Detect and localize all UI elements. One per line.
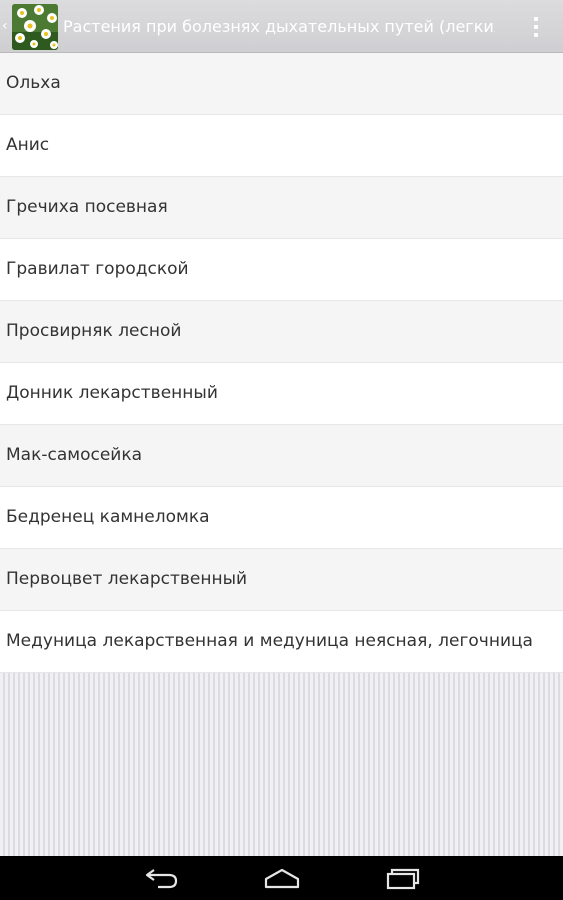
back-icon[interactable] — [142, 866, 182, 890]
plant-list: Ольха Анис Гречиха посевная Гравилат гор… — [0, 53, 563, 673]
list-item-label: Просвирняк лесной — [6, 321, 182, 341]
list-item[interactable]: Гравилат городской — [0, 239, 563, 301]
list-item[interactable]: Анис — [0, 115, 563, 177]
list-item-label: Анис — [6, 135, 50, 155]
list-item-label: Медуница лекарственная и медуница неясна… — [6, 631, 533, 651]
list-item[interactable]: Ольха — [0, 53, 563, 115]
list-item[interactable]: Бедренец камнеломка — [0, 487, 563, 549]
navigation-bar — [0, 856, 563, 900]
list-item[interactable]: Мак-самосейка — [0, 425, 563, 487]
list-item[interactable]: Донник лекарственный — [0, 363, 563, 425]
list-item-label: Бедренец камнеломка — [6, 507, 210, 527]
list-item[interactable]: Гречиха посевная — [0, 177, 563, 239]
empty-background — [0, 673, 563, 856]
home-icon[interactable] — [262, 866, 302, 890]
chevron-left-icon[interactable]: ‹ — [2, 19, 10, 33]
list-item-label: Гречиха посевная — [6, 197, 168, 217]
page-title: Растения при болезнях дыхательных путей … — [63, 17, 495, 36]
action-bar: ‹ Растения при болезнях дыхательных путе… — [0, 0, 563, 53]
list-item-label: Мак-самосейка — [6, 445, 143, 465]
chamomile-icon[interactable] — [12, 4, 58, 50]
list-item-label: Ольха — [6, 73, 61, 93]
screen: ‹ Растения при болезнях дыхательных путе… — [0, 0, 563, 900]
more-vertical-icon[interactable] — [526, 14, 546, 40]
list-item-label: Гравилат городской — [6, 259, 189, 279]
list-item[interactable]: Медуница лекарственная и медуница неясна… — [0, 611, 563, 673]
recents-icon[interactable] — [382, 866, 422, 890]
list-item-label: Первоцвет лекарственный — [6, 569, 248, 589]
list-item-label: Донник лекарственный — [6, 383, 218, 403]
list-item[interactable]: Первоцвет лекарственный — [0, 549, 563, 611]
list-item[interactable]: Просвирняк лесной — [0, 301, 563, 363]
